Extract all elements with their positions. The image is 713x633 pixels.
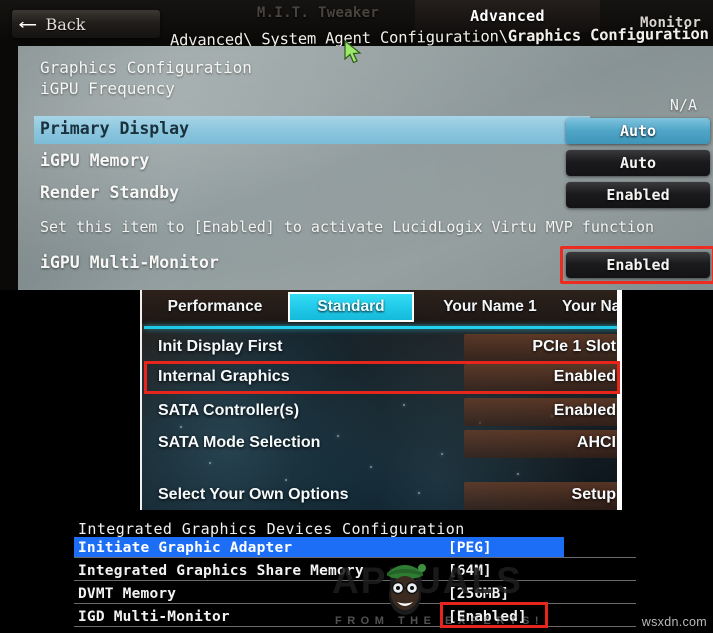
nav-tab-mit-tweaker[interactable]: M.I.T. Tweaker [228,0,408,30]
setting-label-sata-controllers: SATA Controller(s) [158,402,300,419]
settings-area: Graphics Configuration iGPU Frequency N/… [18,46,713,290]
help-text: Set this item to [Enabled] to activate L… [40,218,655,236]
section-title: Graphics Configuration [40,58,252,77]
setting-label-initiate-graphic-adapter: Initiate Graphic Adapter [78,540,293,556]
section-title: Integrated Graphics Devices Configuratio… [78,520,465,538]
mascot-icon [387,564,426,615]
setting-label-igpu-memory[interactable]: iGPU Memory [40,151,149,170]
setting-label-render-standby[interactable]: Render Standby [40,183,179,202]
back-button-label: Back [45,14,86,34]
setting-label-igpu-multi-monitor[interactable]: iGPU Multi-Monitor [40,253,219,272]
table-row[interactable]: Select Your Own Options Setup [142,482,617,510]
setting-value-render-standby[interactable]: Enabled [566,182,710,208]
bios-panel-gigabyte: M.I.T. Tweaker Advanced Monitor ⟵ Back A… [0,0,713,290]
setting-value-sata-controllers: Enabled [553,402,616,419]
setting-value-primary-display[interactable]: Auto [566,118,710,144]
back-button[interactable]: ⟵ Back [12,10,160,38]
breadcrumb-current: Graphics Configuration [507,24,709,46]
site-watermark: wsxdn.com [641,615,707,629]
igpu-frequency-label: iGPU Frequency [40,79,175,98]
tab-underline [144,326,617,329]
bios-panel-asus: Performance Standard Your Name 1 Your Na… [140,290,622,510]
left-arrow-icon: ⟵ [20,12,35,35]
annotation-box-igd-multi-monitor [440,602,548,628]
table-row[interactable]: SATA Mode Selection AHCI [142,430,617,460]
tab-standard[interactable]: Standard [288,292,414,322]
setting-label-primary-display[interactable]: Primary Display [40,119,189,138]
row-divider [74,603,636,604]
row-divider [74,557,636,558]
setting-label-init-display-first: Init Display First [158,338,283,355]
setting-value-sata-mode-selection: AHCI [576,434,616,451]
setting-value-initiate-graphic-adapter: [PEG] [448,540,492,556]
table-row[interactable]: Init Display First PCIe 1 Slot [142,334,617,364]
setting-label-sata-mode-selection: SATA Mode Selection [158,434,321,451]
setting-label-integrated-graphics-share-memory: Integrated Graphics Share Memory [78,563,364,579]
profile-tab-bar: Performance Standard Your Name 1 Your Na… [142,290,617,324]
tab-performance[interactable]: Performance [148,292,282,322]
annotation-box-internal-graphics [144,361,620,394]
setting-label-igd-multi-monitor: IGD Multi-Monitor [78,609,230,625]
setting-label-dvmt-memory: DVMT Memory [78,586,177,602]
tab-your-name-1[interactable]: Your Name 1 [422,292,558,322]
setting-label-select-your-own-options: Select Your Own Options [158,486,349,503]
igpu-frequency-value: N/A [669,96,697,114]
setting-value-select-your-own-options: Setup [571,486,616,503]
table-row[interactable]: SATA Controller(s) Enabled [142,398,617,428]
setting-value-igpu-memory[interactable]: Auto [566,150,710,176]
setting-value-init-display-first: PCIe 1 Slot [532,338,616,355]
annotation-box-igpu-multi-monitor [560,246,713,284]
tab-your-name[interactable]: Your Name [562,292,617,322]
table-row[interactable]: Initiate Graphic Adapter [PEG] [44,537,644,558]
mouse-cursor-icon [344,40,362,64]
